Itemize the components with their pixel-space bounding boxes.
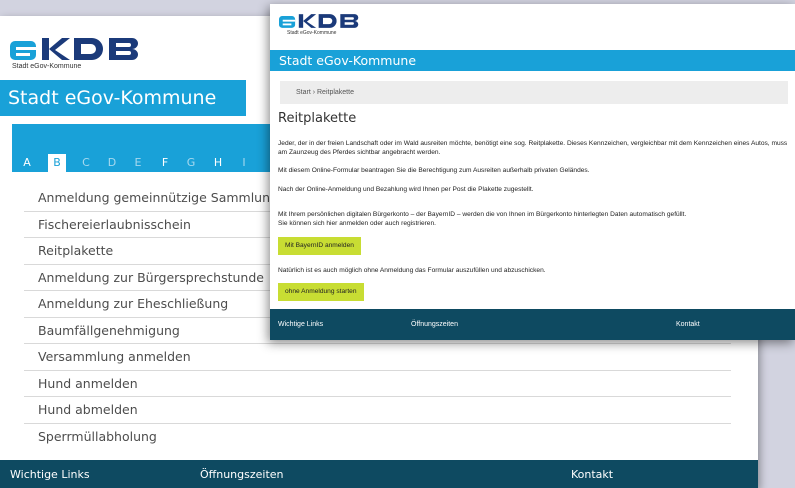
page-title: Reitplakette — [278, 111, 357, 126]
intro-paragraph: Jeder, der in der freien Landschaft oder… — [278, 140, 788, 156]
front-browser-window: Stadt eGov-Kommune Stadt eGov-Kommune St… — [270, 4, 795, 340]
footer-link-kontakt[interactable]: Kontakt — [571, 468, 613, 481]
akdb-logo-mark — [10, 38, 138, 60]
list-item[interactable]: Hund anmelden — [24, 371, 731, 397]
logo-subtitle: Stadt eGov-Kommune — [287, 30, 337, 36]
delivery-note: Nach der Online-Anmeldung und Bezahlung … — [278, 186, 534, 193]
footer-link-kontakt[interactable]: Kontakt — [676, 321, 700, 328]
az-letter-e: E — [134, 156, 142, 169]
footer-link-wichtige-links[interactable]: Wichtige Links — [278, 321, 323, 328]
akdb-logo[interactable]: Stadt eGov-Kommune — [10, 38, 144, 70]
bayernid-info: Mit Ihrem persönlichen digitalen Bürgerk… — [278, 211, 687, 218]
form-description: Mit diesem Online-Formular beantragen Si… — [278, 167, 590, 174]
footer: Wichtige Links Öffnungszeiten Kontakt — [270, 309, 795, 340]
akdb-logo[interactable]: Stadt eGov-Kommune — [279, 14, 362, 36]
akdb-logo-mark — [279, 14, 359, 28]
list-item[interactable]: Hund abmelden — [24, 397, 731, 424]
no-login-info: Natürlich ist es auch möglich ohne Anmel… — [278, 267, 546, 274]
footer: Wichtige Links Öffnungszeiten Kontakt — [0, 460, 758, 488]
list-item[interactable]: Versammlung anmelden — [24, 344, 731, 371]
az-letter-g: G — [186, 156, 196, 169]
footer-link-oeffnungszeiten[interactable]: Öffnungszeiten — [411, 321, 458, 328]
site-title-bar: Stadt eGov-Kommune — [270, 50, 795, 71]
list-item[interactable]: Sperrmüllabholung — [24, 424, 731, 451]
bayernid-login-button[interactable]: Mit BayernID anmelden — [278, 237, 361, 255]
register-info: Sie können sich hier anmelden oder auch … — [278, 220, 436, 227]
site-title-bar: Stadt eGov-Kommune — [0, 80, 246, 116]
footer-link-wichtige-links[interactable]: Wichtige Links — [10, 468, 90, 481]
footer-link-oeffnungszeiten[interactable]: Öffnungszeiten — [200, 468, 284, 481]
breadcrumb[interactable]: Start › Reitplakette — [280, 81, 788, 104]
az-letter-a[interactable]: A — [12, 154, 42, 172]
start-without-login-button[interactable]: ohne Anmeldung starten — [278, 283, 364, 301]
az-letter-i: I — [242, 156, 246, 169]
az-letter-b[interactable]: B — [48, 154, 66, 172]
logo-subtitle: Stadt eGov-Kommune — [12, 63, 82, 70]
